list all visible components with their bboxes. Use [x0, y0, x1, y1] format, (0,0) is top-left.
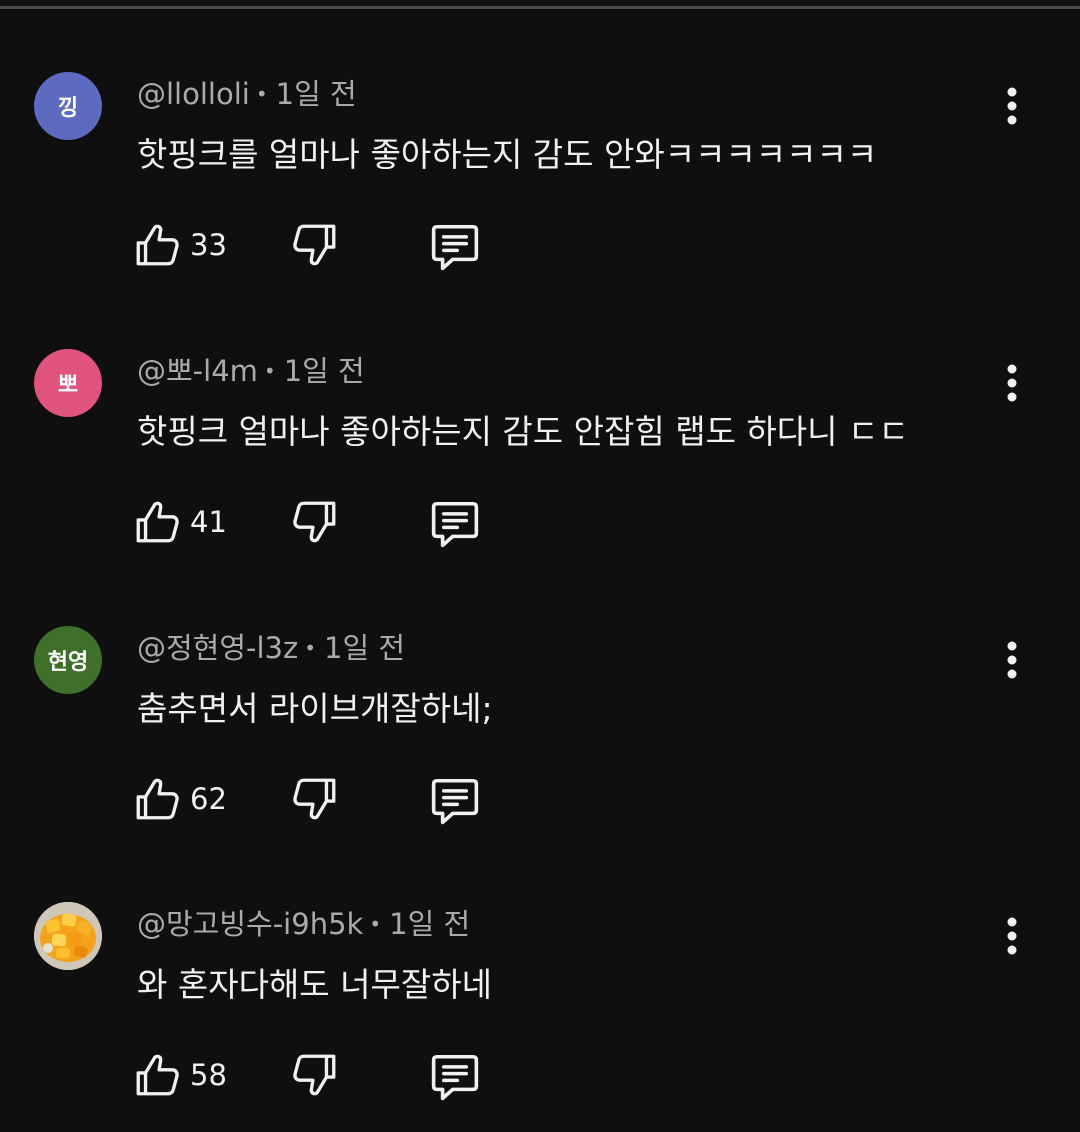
comment-meta: @정현영-l3z • 1일 전 — [137, 628, 405, 668]
reply-button[interactable] — [428, 1050, 482, 1108]
reply-comment-icon — [431, 778, 479, 825]
thumbs-up-icon — [136, 224, 179, 266]
thumbs-up-icon — [136, 778, 179, 820]
top-divider — [0, 6, 1080, 9]
comment-text: 핫핑크를 얼마나 좋아하는지 감도 안와ㅋㅋㅋㅋㅋㅋㅋ — [137, 135, 878, 174]
dislike-button[interactable] — [290, 220, 340, 274]
author-handle[interactable]: @뽀-l4m — [137, 354, 258, 388]
avatar[interactable]: 뽀 — [34, 349, 102, 417]
thumbs-up-icon — [136, 1054, 179, 1096]
more-vertical-icon — [1007, 364, 1017, 402]
reply-comment-icon — [431, 1054, 479, 1101]
like-count: 33 — [190, 228, 227, 262]
comment-text: 와 혼자다해도 너무잘하네 — [137, 965, 492, 1004]
comment-meta: @뽀-l4m • 1일 전 — [137, 351, 365, 391]
more-vertical-icon — [1007, 87, 1017, 125]
more-vertical-icon — [1007, 917, 1017, 955]
more-options-button[interactable] — [992, 638, 1032, 682]
dislike-button[interactable] — [290, 774, 340, 828]
avatar[interactable] — [34, 902, 102, 970]
dislike-button[interactable] — [290, 497, 340, 551]
dislike-button[interactable] — [290, 1050, 340, 1104]
reply-comment-icon — [431, 224, 479, 271]
comment-item: @망고빙수-i9h5k • 1일 전 와 혼자다해도 너무잘하네 58 — [0, 902, 1080, 1132]
more-options-button[interactable] — [992, 914, 1032, 958]
comment-time: 1일 전 — [324, 631, 406, 665]
avatar-initial: 현영 — [47, 650, 89, 675]
like-button[interactable]: 41 — [132, 497, 227, 547]
thumbs-down-icon — [293, 1054, 336, 1096]
reply-button[interactable] — [428, 774, 482, 832]
thumbs-down-icon — [293, 501, 336, 543]
comment-text: 핫핑크 얼마나 좋아하는지 감도 안잡힘 랩도 하다니 ㄷㄷ — [137, 412, 909, 451]
thumbs-up-icon — [136, 501, 179, 543]
comment-item: 현영 @정현영-l3z • 1일 전 춤추면서 라이브개잘하네; 62 — [0, 626, 1080, 856]
reply-button[interactable] — [428, 497, 482, 555]
meta-separator: • — [304, 636, 317, 660]
meta-separator: • — [369, 912, 382, 936]
comment-time: 1일 전 — [389, 907, 471, 941]
meta-separator: • — [255, 82, 268, 106]
like-count: 58 — [190, 1058, 227, 1092]
like-count: 41 — [190, 505, 227, 539]
reply-comment-icon — [431, 501, 479, 548]
comment-item: 뽀 @뽀-l4m • 1일 전 핫핑크 얼마나 좋아하는지 감도 안잡힘 랩도 하다… — [0, 349, 1080, 579]
like-button[interactable]: 62 — [132, 774, 227, 824]
comment-time: 1일 전 — [275, 77, 357, 111]
comment-meta: @llolloli • 1일 전 — [137, 74, 357, 114]
meta-separator: • — [263, 359, 276, 383]
more-vertical-icon — [1007, 641, 1017, 679]
like-button[interactable]: 33 — [132, 220, 227, 270]
comment-time: 1일 전 — [283, 354, 365, 388]
more-options-button[interactable] — [992, 361, 1032, 405]
thumbs-down-icon — [293, 778, 336, 820]
comment-text: 춤추면서 라이브개잘하네; — [137, 689, 493, 728]
avatar-initial: 낑 — [57, 96, 79, 121]
thumbs-down-icon — [293, 224, 336, 266]
reply-button[interactable] — [428, 220, 482, 278]
author-handle[interactable]: @망고빙수-i9h5k — [137, 907, 363, 941]
mango-photo-avatar — [34, 902, 102, 970]
more-options-button[interactable] — [992, 84, 1032, 128]
like-button[interactable]: 58 — [132, 1050, 227, 1100]
comment-meta: @망고빙수-i9h5k • 1일 전 — [137, 904, 470, 944]
avatar[interactable]: 현영 — [34, 626, 102, 694]
author-handle[interactable]: @llolloli — [137, 77, 250, 111]
author-handle[interactable]: @정현영-l3z — [137, 631, 298, 665]
avatar[interactable]: 낑 — [34, 72, 102, 140]
like-count: 62 — [190, 782, 227, 816]
comment-item: 낑 @llolloli • 1일 전 핫핑크를 얼마나 좋아하는지 감도 안와ㅋㅋㅋ… — [0, 72, 1080, 302]
avatar-initial: 뽀 — [57, 373, 79, 398]
